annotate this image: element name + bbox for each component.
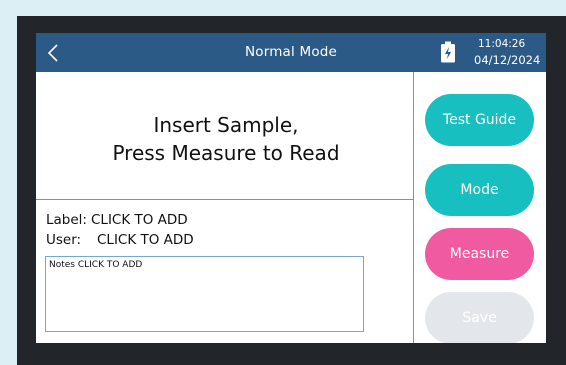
- device-bezel: Normal Mode 11:04:26 04/12/2024 Insert S…: [17, 16, 566, 365]
- measure-button[interactable]: Measure: [425, 228, 534, 280]
- notes-placeholder: Notes CLICK TO ADD: [49, 260, 143, 270]
- chevron-left-icon: [47, 44, 58, 62]
- label-row: Label: CLICK TO ADD: [46, 212, 188, 228]
- mode-button[interactable]: Mode: [425, 164, 534, 216]
- user-row: User: CLICK TO ADD: [46, 232, 194, 248]
- user-add-field[interactable]: CLICK TO ADD: [97, 232, 194, 248]
- save-button[interactable]: Save: [425, 292, 534, 343]
- user-key: User:: [46, 232, 82, 248]
- vertical-divider: [413, 72, 414, 343]
- instruction-panel: Insert Sample, Press Measure to Read: [36, 72, 413, 200]
- clock: 11:04:26 04/12/2024: [474, 36, 544, 68]
- time-display: 11:04:26: [478, 38, 526, 50]
- label-key: Label:: [46, 212, 87, 228]
- instruction-line-2: Press Measure to Read: [112, 141, 340, 165]
- instruction-line-1: Insert Sample,: [153, 113, 299, 137]
- back-button[interactable]: [40, 37, 70, 68]
- instruction-text: Insert Sample, Press Measure to Read: [66, 111, 386, 167]
- date-display: 04/12/2024: [474, 53, 541, 67]
- page-title: Normal Mode: [244, 44, 338, 60]
- label-add-field[interactable]: CLICK TO ADD: [91, 212, 188, 228]
- device-screen: Normal Mode 11:04:26 04/12/2024 Insert S…: [36, 33, 546, 343]
- test-guide-button[interactable]: Test Guide: [425, 94, 534, 146]
- header-bar: Normal Mode 11:04:26 04/12/2024: [36, 33, 546, 72]
- notes-field[interactable]: Notes CLICK TO ADD: [45, 256, 364, 332]
- battery-charging-icon: [441, 41, 455, 63]
